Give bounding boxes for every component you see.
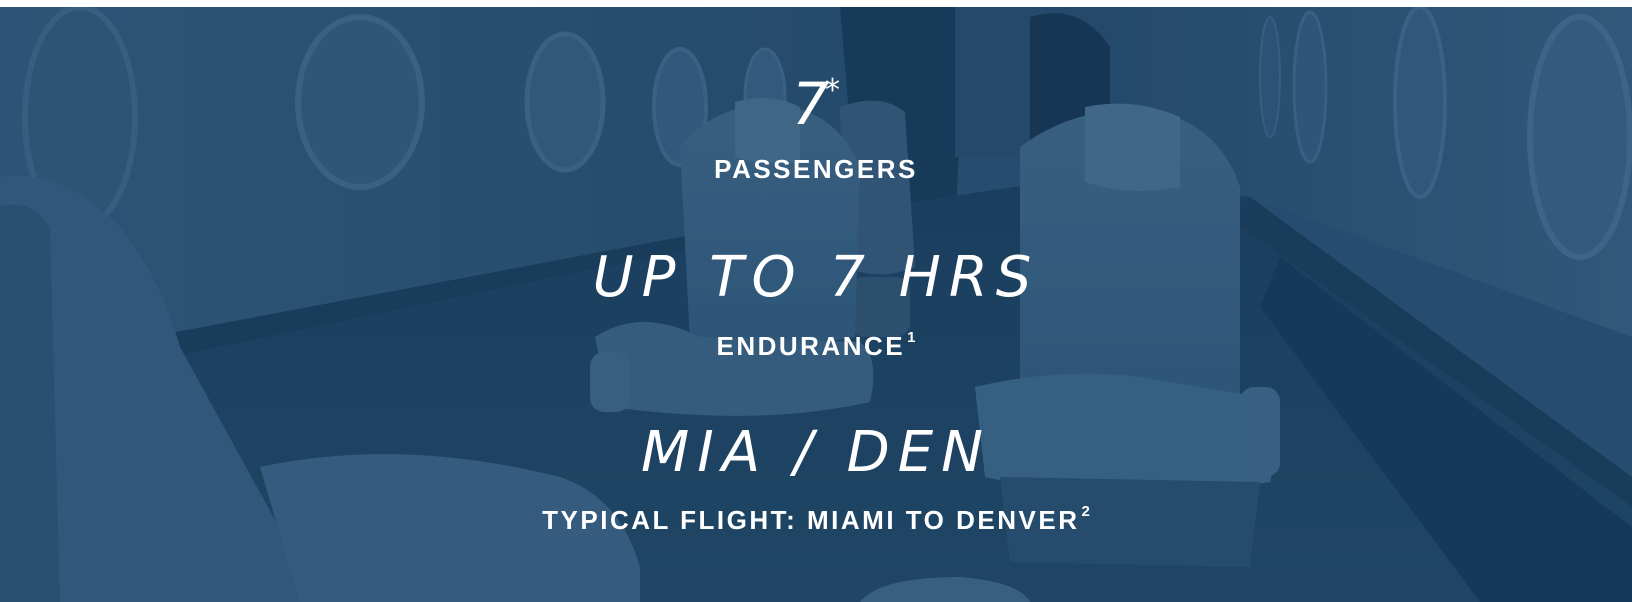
passengers-footnote-mark: *: [824, 72, 840, 108]
endurance-footnote-mark: 1: [907, 329, 916, 347]
passengers-label: PASSENGERS: [714, 154, 918, 184]
aircraft-stats: 7* PASSENGERS UP TO 7 HRS ENDURANCE 1 MIA…: [0, 7, 1632, 602]
endurance-label: ENDURANCE 1: [716, 329, 916, 361]
passengers-value: 7*: [792, 70, 840, 138]
typical-flight-label: TYPICAL FLIGHT: MIAMI TO DENVER 2: [542, 503, 1090, 535]
endurance-value: UP TO 7 HRS: [592, 245, 1040, 310]
cabin-hero: 7* PASSENGERS UP TO 7 HRS ENDURANCE 1 MIA…: [0, 7, 1632, 602]
typical-route-value: MIA / DEN: [640, 420, 991, 485]
typical-flight-footnote-mark: 2: [1081, 503, 1090, 521]
